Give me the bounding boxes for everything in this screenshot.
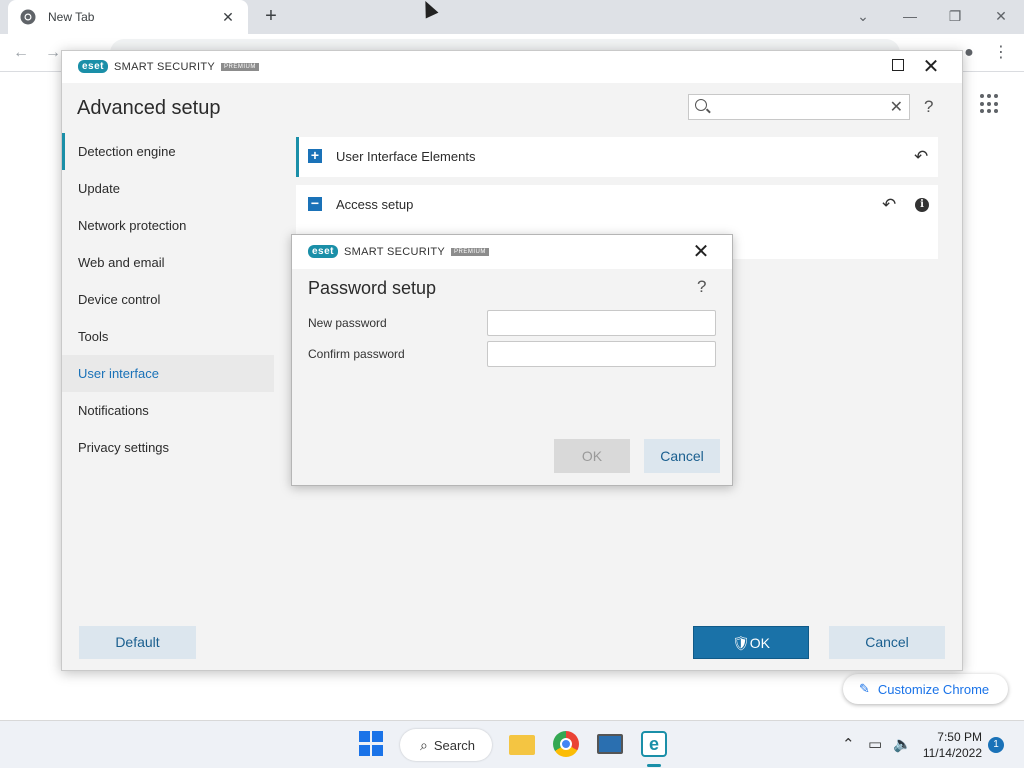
sidebar-item-update[interactable]: Update	[62, 170, 274, 207]
eset-brand-badge: eset	[308, 245, 339, 258]
clock-time: 7:50 PM	[937, 730, 982, 744]
dialog-titlebar: eset SMART SECURITY PREMIUM ✕	[292, 235, 732, 269]
start-icon[interactable]	[359, 731, 385, 757]
sidebar-item-notifications[interactable]: Notifications	[62, 392, 274, 429]
new-tab-button[interactable]: +	[260, 6, 282, 28]
new-password-field[interactable]	[487, 310, 716, 336]
confirm-password-field[interactable]	[487, 341, 716, 367]
eset-taskbar-icon[interactable]: e	[641, 731, 667, 757]
taskbar: ⌕ Search e ⌃ ▭ 🔈 7:50 PM 11/14/2022 1	[0, 720, 1024, 768]
page-title: Advanced setup	[77, 97, 221, 119]
search-icon: ⌕	[420, 736, 428, 753]
file-explorer-icon[interactable]	[509, 735, 535, 755]
active-app-indicator	[647, 764, 661, 767]
eset-logo: eset SMART SECURITY PREMIUM	[78, 60, 259, 73]
dialog-close-button[interactable]: ✕	[690, 239, 712, 264]
section-label: User Interface Elements	[336, 149, 476, 164]
taskbar-search-label: Search	[433, 737, 476, 753]
dialog-cancel-button[interactable]: Cancel	[644, 439, 720, 473]
collapse-icon[interactable]: −	[308, 196, 322, 211]
sidebar-item-privacy-settings[interactable]: Privacy settings	[62, 429, 274, 466]
sidebar-item-network-protection[interactable]: Network protection	[62, 207, 274, 244]
info-icon[interactable]: i	[915, 198, 929, 212]
sidebar-nav: Detection engine Update Network protecti…	[62, 133, 274, 466]
confirm-password-label: Confirm password	[308, 347, 405, 361]
volume-icon[interactable]: 🔈	[893, 735, 912, 753]
password-setup-dialog: eset SMART SECURITY PREMIUM ✕ Password s…	[291, 234, 733, 486]
chrome-icon	[20, 9, 36, 25]
apps-grid-icon[interactable]	[980, 94, 1000, 114]
menu-icon[interactable]: ⋮	[990, 42, 1012, 64]
expand-icon[interactable]: +	[308, 148, 322, 163]
section-label: Access setup	[336, 197, 414, 212]
help-icon[interactable]: ?	[697, 277, 706, 297]
revert-icon[interactable]: ↶	[914, 147, 928, 167]
tab-search-icon[interactable]: ⌄	[851, 4, 875, 28]
browser-tab-strip: New Tab ✕ + ⌄ — ❐ ✕	[0, 0, 1024, 34]
chevron-up-icon[interactable]: ⌃	[842, 735, 855, 753]
shield-icon: 🛡	[731, 635, 750, 651]
customize-chrome-label: Customize Chrome	[877, 681, 990, 697]
taskbar-search-button[interactable]: ⌕ Search	[400, 729, 492, 761]
customize-chrome-button[interactable]: ✎ Customize Chrome	[843, 674, 1008, 704]
default-button[interactable]: Default	[79, 626, 196, 659]
back-icon[interactable]: ←	[10, 42, 32, 64]
system-clock[interactable]: 7:50 PM 11/14/2022	[922, 729, 982, 761]
tab-title: New Tab	[48, 10, 95, 24]
ok-label: OK	[749, 635, 770, 651]
browser-tab[interactable]: New Tab ✕	[8, 0, 248, 34]
eset-product-name: SMART SECURITY	[344, 245, 445, 258]
revert-icon[interactable]: ↶	[882, 195, 896, 215]
maximize-button[interactable]	[892, 59, 904, 71]
minimize-button[interactable]: —	[898, 4, 922, 28]
chrome-taskbar-icon[interactable]	[553, 731, 579, 757]
dialog-title: Password setup	[308, 278, 437, 298]
search-icon	[695, 99, 707, 111]
section-user-interface-elements[interactable]: + User Interface Elements ↶	[296, 137, 938, 177]
eset-tier-badge: PREMIUM	[221, 62, 259, 71]
eset-logo: eset SMART SECURITY PREMIUM	[308, 245, 489, 258]
tab-close-icon[interactable]: ✕	[220, 9, 236, 26]
ok-button[interactable]: 🛡OK	[693, 626, 809, 659]
eset-titlebar: eset SMART SECURITY PREMIUM ✕	[62, 51, 962, 83]
eset-tier-badge: PREMIUM	[451, 247, 489, 256]
new-password-label: New password	[308, 316, 387, 330]
sidebar-item-detection-engine[interactable]: Detection engine	[62, 133, 274, 170]
sidebar-item-tools[interactable]: Tools	[62, 318, 274, 355]
restore-button[interactable]: ❐	[943, 4, 967, 28]
clear-search-icon[interactable]: ✕	[890, 97, 903, 117]
sidebar-item-user-interface[interactable]: User interface	[62, 355, 274, 392]
pencil-icon: ✎	[859, 681, 870, 696]
sidebar-item-web-and-email[interactable]: Web and email	[62, 244, 274, 281]
network-icon[interactable]: ▭	[868, 735, 882, 753]
help-icon[interactable]: ?	[924, 97, 933, 117]
cancel-button[interactable]: Cancel	[829, 626, 945, 659]
dialog-ok-button[interactable]: OK	[554, 439, 630, 473]
remote-desktop-icon[interactable]	[597, 734, 623, 754]
browser-close-button[interactable]: ✕	[989, 4, 1013, 28]
notification-badge[interactable]: 1	[988, 737, 1004, 753]
eset-close-button[interactable]: ✕	[920, 54, 942, 79]
clock-date: 11/14/2022	[922, 746, 982, 760]
eset-brand-badge: eset	[78, 60, 109, 73]
search-input[interactable]: ✕	[688, 94, 910, 120]
sidebar-item-device-control[interactable]: Device control	[62, 281, 274, 318]
eset-product-name: SMART SECURITY	[114, 60, 215, 73]
